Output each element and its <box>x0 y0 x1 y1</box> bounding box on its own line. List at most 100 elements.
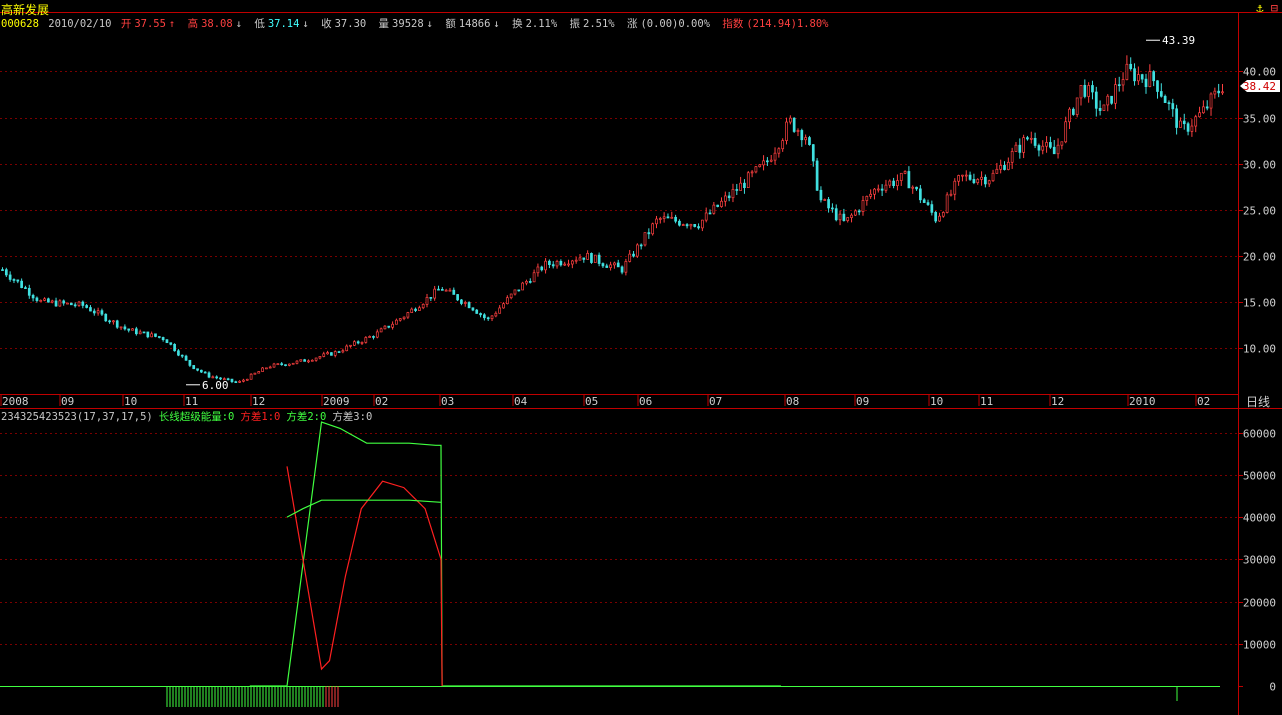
candle-body <box>257 371 261 374</box>
candle-body <box>345 345 349 352</box>
candle-body <box>907 171 911 189</box>
candle-body <box>356 341 360 344</box>
candle-body <box>50 300 54 303</box>
candle-body <box>448 289 452 292</box>
anchor-icon[interactable]: ⚓ <box>1256 1 1263 15</box>
candle-body <box>876 188 880 191</box>
amount-field: 额 14866 ↓ <box>445 18 502 30</box>
candle-body <box>597 254 601 264</box>
candle-body <box>360 341 364 344</box>
candle-body <box>693 224 697 227</box>
candle-body <box>429 297 433 299</box>
candle-body <box>1194 116 1198 127</box>
price-tick-label: 25.00 <box>1243 205 1276 218</box>
current-price-label: 38.42 <box>1243 80 1276 93</box>
candle-body <box>766 160 769 163</box>
candle-body <box>1094 91 1098 109</box>
candle-body <box>452 289 456 295</box>
indicator-name: 234325423523(17,37,17,5) <box>1 411 153 423</box>
candle-body <box>463 302 467 304</box>
time-tick-label: 04 <box>514 395 528 408</box>
amount-value: 14866 <box>458 18 491 30</box>
candle-body <box>1056 144 1060 155</box>
candle-body <box>639 244 643 247</box>
candle-body <box>1190 125 1194 132</box>
candle-body <box>177 350 180 356</box>
indicator-series-var2: 方差2:0 <box>286 411 327 423</box>
candle-body <box>620 266 624 273</box>
candle-body <box>792 117 796 132</box>
candle-body <box>624 261 628 273</box>
candle-body <box>1075 97 1079 115</box>
turnover-label: 换 <box>512 18 523 30</box>
indicator-panel: 0 10000 20000 30000 40000 50000 60000 <box>0 421 1276 707</box>
low-arrow-icon: ↓ <box>302 18 309 30</box>
candle-body <box>433 288 437 299</box>
candle-body <box>873 188 876 195</box>
candle-body <box>203 371 207 374</box>
candle-body <box>785 121 788 141</box>
time-tick-label: 11 <box>980 395 993 408</box>
candle-body <box>398 318 402 321</box>
candle-body <box>1209 93 1213 109</box>
price-tick-label: 40.00 <box>1243 66 1276 79</box>
candle-body <box>574 259 578 262</box>
candle-body <box>85 305 88 308</box>
candle-body <box>135 328 138 335</box>
candle-body <box>383 325 387 330</box>
candle-body <box>326 352 329 355</box>
candle-body <box>261 367 264 372</box>
candle-body <box>769 159 773 162</box>
candle-body <box>112 320 115 323</box>
amount-label: 额 <box>445 18 456 30</box>
candle-body <box>1205 106 1209 109</box>
close-label: 收 <box>321 18 332 30</box>
candle-body <box>544 260 547 271</box>
candle-body <box>418 307 421 311</box>
candle-body <box>953 180 957 195</box>
candle-body <box>616 262 620 268</box>
candle-body <box>727 195 731 199</box>
candle-body <box>421 303 425 309</box>
candle-body <box>1014 144 1018 152</box>
candle-body <box>922 199 926 203</box>
candle-body <box>643 232 647 246</box>
close-field: 收 37.30 <box>321 18 369 30</box>
candle-body <box>567 263 570 266</box>
toolbar-icons[interactable]: ⚓ ⊟ <box>1256 1 1278 15</box>
candle-body <box>704 212 708 221</box>
price-tick-label: 35.00 <box>1243 113 1276 126</box>
candle-body <box>861 200 865 212</box>
candle-body <box>188 359 192 366</box>
candle-body <box>207 372 211 378</box>
candle-body <box>1175 108 1178 128</box>
candle-body <box>842 213 846 221</box>
quote-date: 2010/02/10 <box>48 18 112 30</box>
candle-body <box>35 297 39 301</box>
candle-body <box>528 281 532 283</box>
candle-body <box>746 172 750 188</box>
candle-body <box>723 195 727 202</box>
candle-body <box>831 207 834 210</box>
var1-line <box>286 466 443 687</box>
candle-body <box>77 301 81 306</box>
stock-chart[interactable]: 43.39 6.00 10.00 15.00 20.00 25.00 30.00 35.00… <box>0 0 1282 715</box>
candle-body <box>1 269 4 271</box>
window-restore-icon[interactable]: ⊟ <box>1271 1 1278 15</box>
time-tick-label: 08 <box>786 395 799 408</box>
candle-body <box>972 179 976 184</box>
candle-body <box>509 293 513 299</box>
candle-body <box>92 310 96 314</box>
stock-code: 000628 <box>1 18 39 30</box>
time-tick-label: 02 <box>1197 395 1210 408</box>
candle-body <box>720 200 723 207</box>
candle-body <box>1102 104 1106 111</box>
energy-line <box>249 421 781 687</box>
open-value: 37.55 <box>134 18 166 30</box>
candle-body <box>590 253 593 263</box>
candle-body <box>425 297 429 305</box>
candle-body <box>157 336 161 338</box>
candle-body <box>291 362 295 365</box>
candle-body <box>521 282 524 291</box>
candle-body <box>307 360 310 363</box>
